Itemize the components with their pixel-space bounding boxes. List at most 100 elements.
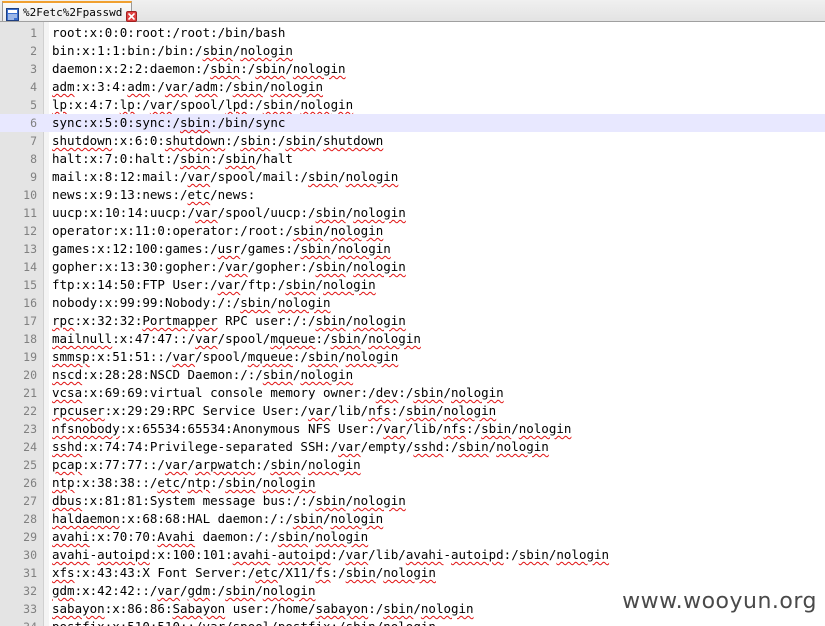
line-text: rpc:x:32:32:Portmapper RPC user:/:/sbin/… <box>52 313 406 328</box>
line-text: gopher:x:13:30:gopher:/var/gopher:/sbin/… <box>52 259 406 274</box>
line-number: 14 <box>23 260 37 274</box>
line-number: 19 <box>23 350 37 364</box>
line-number: 4 <box>30 80 37 94</box>
line-number: 22 <box>23 404 37 418</box>
editor-line[interactable]: 12 operator:x:11:0:operator:/root:/sbin/n… <box>0 222 825 240</box>
editor-line[interactable]: 13 games:x:12:100:games:/usr/games:/sbin/… <box>0 240 825 258</box>
editor-line[interactable]: 28 haldaemon:x:68:68:HAL daemon:/:/sbin/n… <box>0 510 825 528</box>
line-text: sshd:x:74:74:Privilege-separated SSH:/va… <box>52 439 549 454</box>
line-text: xfs:x:43:43:X Font Server:/etc/X11/fs:/s… <box>52 565 436 580</box>
line-number: 13 <box>23 242 37 256</box>
line-number: 25 <box>23 458 37 472</box>
line-text: halt:x:7:0:halt:/sbin:/sbin/halt <box>52 151 293 166</box>
editor-line[interactable]: 15 ftp:x:14:50:FTP User:/var/ftp:/sbin/no… <box>0 276 825 294</box>
line-text: operator:x:11:0:operator:/root:/sbin/nol… <box>52 223 384 238</box>
editor-line[interactable]: 3 daemon:x:2:2:daemon:/sbin:/sbin/nologin <box>0 60 825 78</box>
line-text: bin:x:1:1:bin:/bin:/sbin/nologin <box>52 43 293 58</box>
editor-line[interactable]: 24 sshd:x:74:74:Privilege-separated SSH:/… <box>0 438 825 456</box>
line-number: 33 <box>23 602 37 616</box>
line-number: 24 <box>23 440 37 454</box>
line-text: ftp:x:14:50:FTP User:/var/ftp:/sbin/nolo… <box>52 277 376 292</box>
document-icon <box>6 6 19 21</box>
line-text: nfsnobody:x:65534:65534:Anonymous NFS Us… <box>52 421 572 436</box>
editor-lines: 1 root:x:0:0:root:/root:/bin/bash 2 bin:x:1… <box>0 24 825 626</box>
editor-line[interactable]: 1 root:x:0:0:root:/root:/bin/bash <box>0 24 825 42</box>
editor-line[interactable]: 34 postfix:x:510:510::/var/spool/postfix:… <box>0 618 825 626</box>
editor-line[interactable]: 25 pcap:x:77:77::/var/arpwatch:/sbin/nolo… <box>0 456 825 474</box>
line-number: 17 <box>23 314 37 328</box>
line-number: 12 <box>23 224 37 238</box>
editor-line[interactable]: 19 smmsp:x:51:51::/var/spool/mqueue:/sbin… <box>0 348 825 366</box>
line-number: 28 <box>23 512 37 526</box>
line-text: rpcuser:x:29:29:RPC Service User:/var/li… <box>52 403 497 418</box>
line-text: adm:x:3:4:adm:/var/adm:/sbin/nologin <box>52 79 324 94</box>
editor-line[interactable]: 27 dbus:x:81:81:System message bus:/:/sbi… <box>0 492 825 510</box>
editor-line[interactable]: 11 uucp:x:10:14:uucp:/var/spool/uucp:/sbi… <box>0 204 825 222</box>
editor-line[interactable]: 8 halt:x:7:0:halt:/sbin:/sbin/halt <box>0 150 825 168</box>
editor-line[interactable]: 9 mail:x:8:12:mail:/var/spool/mail:/sbin/… <box>0 168 825 186</box>
line-number: 2 <box>30 44 37 58</box>
line-number: 5 <box>30 98 37 112</box>
line-text: mailnull:x:47:47::/var/spool/mqueue:/sbi… <box>52 331 421 346</box>
notepad-plus-plus-window: %2Fetc%2Fpasswd 1 root:x:0:0:root:/root:/… <box>0 0 825 626</box>
line-text: smmsp:x:51:51::/var/spool/mqueue:/sbin/n… <box>52 349 399 364</box>
line-number: 30 <box>23 548 37 562</box>
line-text: haldaemon:x:68:68:HAL daemon:/:/sbin/nol… <box>52 511 384 526</box>
line-text: games:x:12:100:games:/usr/games:/sbin/no… <box>52 241 391 256</box>
editor-line[interactable]: 18 mailnull:x:47:47::/var/spool/mqueue:/s… <box>0 330 825 348</box>
line-number: 21 <box>23 386 37 400</box>
editor-line[interactable]: 31 xfs:x:43:43:X Font Server:/etc/X11/fs:… <box>0 564 825 582</box>
line-number: 16 <box>23 296 37 310</box>
editor-line[interactable]: 14 gopher:x:13:30:gopher:/var/gopher:/sbi… <box>0 258 825 276</box>
line-text: pcap:x:77:77::/var/arpwatch:/sbin/nologi… <box>52 457 361 472</box>
line-number: 23 <box>23 422 37 436</box>
editor-line[interactable]: 22 rpcuser:x:29:29:RPC Service User:/var/… <box>0 402 825 420</box>
line-number: 26 <box>23 476 37 490</box>
line-text: nscd:x:28:28:NSCD Daemon:/:/sbin/nologin <box>52 367 354 382</box>
editor-line[interactable]: 20 nscd:x:28:28:NSCD Daemon:/:/sbin/nolog… <box>0 366 825 384</box>
line-text: news:x:9:13:news:/etc/news: <box>52 187 256 202</box>
line-text: postfix:x:510:510::/var/spool/postfix:/s… <box>52 618 436 626</box>
line-text: dbus:x:81:81:System message bus:/:/sbin/… <box>52 493 406 508</box>
tab-etc-passwd[interactable]: %2Fetc%2Fpasswd <box>2 1 138 22</box>
line-text: daemon:x:2:2:daemon:/sbin:/sbin/nologin <box>52 61 346 76</box>
editor-line[interactable]: 7 shutdown:x:6:0:shutdown:/sbin:/sbin/shu… <box>0 132 825 150</box>
line-number: 9 <box>30 170 37 184</box>
editor-line[interactable]: 29 avahi:x:70:70:Avahi daemon:/:/sbin/nol… <box>0 528 825 546</box>
line-number: 8 <box>30 152 37 166</box>
editor-line[interactable]: 16 nobody:x:99:99:Nobody:/:/sbin/nologin <box>0 294 825 312</box>
line-text: ntp:x:38:38::/etc/ntp:/sbin/nologin <box>52 475 316 490</box>
line-number: 11 <box>23 206 37 220</box>
watermark: www.wooyun.org <box>622 589 817 614</box>
line-text: sabayon:x:86:86:Sabayon user:/home/sabay… <box>52 601 474 616</box>
editor-line[interactable]: 4 adm:x:3:4:adm:/var/adm:/sbin/nologin <box>0 78 825 96</box>
line-number: 7 <box>30 134 37 148</box>
tab-label: %2Fetc%2Fpasswd <box>23 5 123 19</box>
editor-line[interactable]: 2 bin:x:1:1:bin:/bin:/sbin/nologin <box>0 42 825 60</box>
editor-line[interactable]: 5 lp:x:4:7:lp:/var/spool/lpd:/sbin/nologi… <box>0 96 825 114</box>
text-editor[interactable]: 1 root:x:0:0:root:/root:/bin/bash 2 bin:x:1… <box>0 22 825 626</box>
line-number: 10 <box>23 188 37 202</box>
line-number: 6 <box>30 116 37 130</box>
line-text: root:x:0:0:root:/root:/bin/bash <box>52 25 286 40</box>
line-number: 3 <box>30 62 37 76</box>
close-icon[interactable] <box>126 7 138 22</box>
line-text: avahi-autoipd:x:100:101:avahi-autoipd:/v… <box>52 547 610 562</box>
line-number: 15 <box>23 278 37 292</box>
editor-line[interactable]: 6 sync:x:5:0:sync:/sbin:/bin/sync <box>0 114 825 132</box>
editor-line[interactable]: 26 ntp:x:38:38::/etc/ntp:/sbin/nologin <box>0 474 825 492</box>
editor-line[interactable]: 17 rpc:x:32:32:Portmapper RPC user:/:/sbi… <box>0 312 825 330</box>
line-text: gdm:x:42:42::/var/gdm:/sbin/nologin <box>52 583 316 598</box>
line-number: 34 <box>0 618 37 626</box>
editor-line[interactable]: 30 avahi-autoipd:x:100:101:avahi-autoipd:… <box>0 546 825 564</box>
line-text: sync:x:5:0:sync:/sbin:/bin/sync <box>52 115 286 130</box>
line-text: avahi:x:70:70:Avahi daemon:/:/sbin/nolog… <box>52 529 369 544</box>
tab-bar: %2Fetc%2Fpasswd <box>0 0 825 22</box>
editor-line[interactable]: 23 nfsnobody:x:65534:65534:Anonymous NFS … <box>0 420 825 438</box>
line-number: 29 <box>23 530 37 544</box>
editor-line[interactable]: 21 vcsa:x:69:69:virtual console memory ow… <box>0 384 825 402</box>
editor-line[interactable]: 10 news:x:9:13:news:/etc/news: <box>0 186 825 204</box>
line-text: shutdown:x:6:0:shutdown:/sbin:/sbin/shut… <box>52 133 384 148</box>
line-number: 20 <box>23 368 37 382</box>
line-text: uucp:x:10:14:uucp:/var/spool/uucp:/sbin/… <box>52 205 406 220</box>
